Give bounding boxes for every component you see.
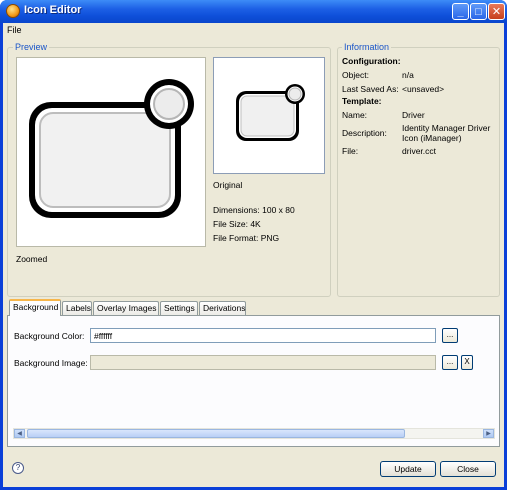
object-label: Object: [342, 70, 369, 80]
description-value-line1: Identity Manager Driver [402, 123, 491, 133]
horizontal-scrollbar[interactable]: ◀ ▶ [13, 428, 495, 439]
app-icon [6, 4, 20, 18]
tab-settings[interactable]: Settings [160, 301, 198, 315]
background-image-label: Background Image: [14, 358, 88, 368]
icon-editor-window: Icon Editor _ □ ✕ File Preview Zoomed Or… [0, 0, 507, 490]
tab-labels[interactable]: Labels [62, 301, 92, 315]
background-image-browse-button[interactable]: ... [442, 355, 458, 370]
original-label: Original [213, 180, 243, 190]
background-image-clear-button[interactable]: X [461, 355, 473, 370]
configuration-heading: Configuration: [342, 56, 401, 66]
file-value: driver.cct [402, 146, 437, 156]
file-size-text: File Size: 4K [213, 219, 261, 229]
background-image-input[interactable] [90, 355, 436, 370]
original-preview [213, 57, 325, 174]
background-color-label: Background Color: [14, 331, 85, 341]
scroll-left-icon[interactable]: ◀ [14, 429, 25, 438]
zoomed-driver-icon [29, 79, 194, 218]
update-button[interactable]: Update [380, 461, 436, 477]
window-title: Icon Editor [24, 4, 82, 16]
background-color-input[interactable]: #ffffff [90, 328, 436, 343]
scroll-right-icon[interactable]: ▶ [483, 429, 494, 438]
close-window-button[interactable]: ✕ [488, 3, 505, 20]
tab-overlay-images[interactable]: Overlay Images [93, 301, 159, 315]
title-bar[interactable]: Icon Editor _ □ ✕ [0, 0, 507, 23]
tab-derivations[interactable]: Derivations [199, 301, 246, 315]
client-area: File Preview Zoomed Original Dimensions:… [3, 23, 504, 487]
information-legend: Information [342, 42, 392, 52]
dimensions-text: Dimensions: 100 x 80 [213, 205, 295, 215]
menu-file[interactable]: File [7, 25, 22, 35]
help-icon[interactable]: ? [12, 462, 24, 474]
object-value: n/a [402, 70, 414, 80]
file-label: File: [342, 146, 359, 156]
zoomed-label: Zoomed [16, 254, 48, 264]
template-heading: Template: [342, 96, 382, 106]
minimize-button[interactable]: _ [452, 3, 469, 20]
preview-legend: Preview [13, 42, 50, 52]
maximize-button[interactable]: □ [470, 3, 487, 20]
scroll-thumb[interactable] [27, 429, 405, 438]
background-tab-panel: Background Color: #ffffff ... Background… [7, 315, 500, 447]
last-saved-label: Last Saved As: [342, 84, 399, 94]
description-value-line2: Icon (iManager) [402, 133, 462, 143]
background-color-browse-button[interactable]: ... [442, 328, 458, 343]
description-label: Description: [342, 128, 387, 138]
tab-background[interactable]: Background [9, 299, 61, 316]
zoomed-preview [16, 57, 206, 247]
menu-bar: File [3, 23, 504, 37]
close-button[interactable]: Close [440, 461, 496, 477]
name-value: Driver [402, 110, 425, 120]
last-saved-value: <unsaved> [402, 84, 445, 94]
original-driver-icon [236, 84, 305, 141]
file-format-text: File Format: PNG [213, 233, 280, 243]
name-label: Name: [342, 110, 368, 120]
